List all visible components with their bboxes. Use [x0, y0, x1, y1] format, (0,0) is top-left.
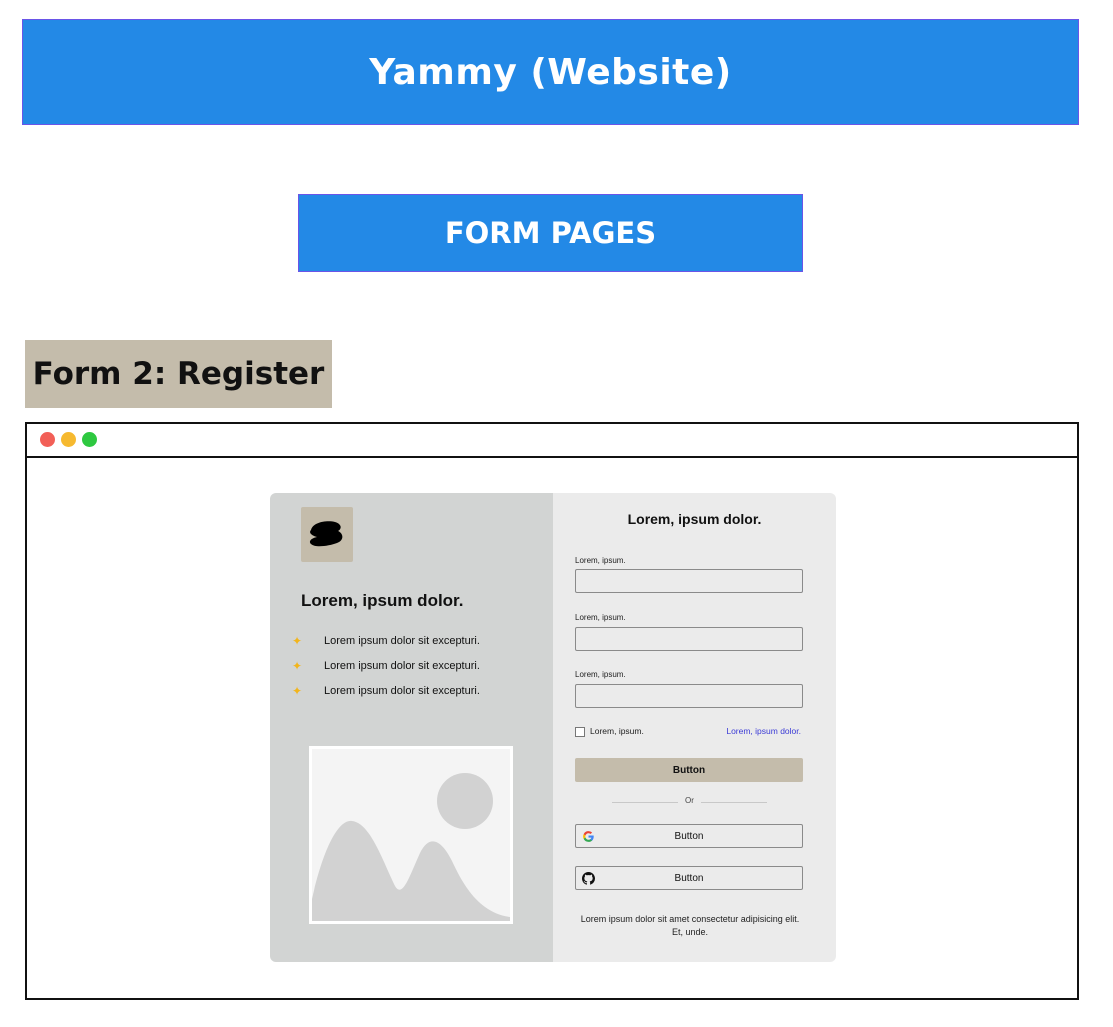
feature-text: Lorem ipsum dolor sit excepturi. [324, 685, 480, 697]
browser-window: Lorem, ipsum dolor. ✦ Lorem ipsum dolor … [25, 422, 1079, 1000]
or-text: Or [685, 796, 694, 805]
or-divider: Or [612, 796, 767, 808]
maximize-window-dot[interactable] [82, 432, 97, 447]
github-button-label: Button [674, 873, 704, 884]
text-field-3[interactable] [575, 684, 803, 708]
submit-button[interactable]: Button [575, 758, 803, 782]
form-label-text: Form 2: Register [32, 356, 325, 392]
promo-panel: Lorem, ipsum dolor. ✦ Lorem ipsum dolor … [270, 493, 553, 962]
google-signin-button[interactable]: Button [575, 824, 803, 848]
feature-item: ✦ Lorem ipsum dolor sit excepturi. [290, 659, 480, 673]
form-label: Form 2: Register [25, 340, 332, 408]
divider-line [701, 802, 767, 803]
register-form-panel: Lorem, ipsum dolor. Lorem, ipsum. Lorem,… [553, 493, 836, 962]
google-button-label: Button [674, 831, 704, 842]
text-field-1[interactable] [575, 569, 803, 593]
field-label: Lorem, ipsum. [575, 670, 626, 679]
section-banner: FORM PAGES [298, 194, 803, 272]
sparkle-icon: ✦ [291, 659, 303, 673]
footer-note: Lorem ipsum dolor sit amet consectetur a… [580, 914, 800, 937]
feature-text: Lorem ipsum dolor sit excepturi. [324, 660, 480, 672]
close-window-dot[interactable] [40, 432, 55, 447]
page-title: Yammy (Website) [369, 51, 732, 93]
feature-item: ✦ Lorem ipsum dolor sit excepturi. [290, 634, 480, 648]
github-signin-button[interactable]: Button [575, 866, 803, 890]
browser-content: Lorem, ipsum dolor. ✦ Lorem ipsum dolor … [27, 458, 1077, 998]
section-title: FORM PAGES [444, 216, 657, 250]
sparkle-icon: ✦ [291, 684, 303, 698]
text-field-2[interactable] [575, 627, 803, 651]
checkbox-label: Lorem, ipsum. [590, 726, 644, 736]
minimize-window-dot[interactable] [61, 432, 76, 447]
register-card: Lorem, ipsum dolor. ✦ Lorem ipsum dolor … [270, 493, 836, 962]
sparkle-icon: ✦ [291, 634, 303, 648]
feature-item: ✦ Lorem ipsum dolor sit excepturi. [290, 684, 480, 698]
image-placeholder [309, 746, 513, 924]
field-label: Lorem, ipsum. [575, 613, 626, 622]
form-heading: Lorem, ipsum dolor. [627, 511, 762, 527]
page-title-banner: Yammy (Website) [22, 19, 1079, 125]
browser-titlebar [27, 424, 1077, 458]
image-placeholder-icon [312, 749, 510, 921]
promo-heading: Lorem, ipsum dolor. [301, 591, 464, 610]
logo [301, 507, 353, 562]
form-link[interactable]: Lorem, ipsum dolor. [726, 726, 801, 736]
blob-logo-icon [309, 521, 343, 547]
feature-text: Lorem ipsum dolor sit excepturi. [324, 635, 480, 647]
remember-checkbox[interactable] [575, 727, 585, 737]
field-label: Lorem, ipsum. [575, 556, 626, 565]
